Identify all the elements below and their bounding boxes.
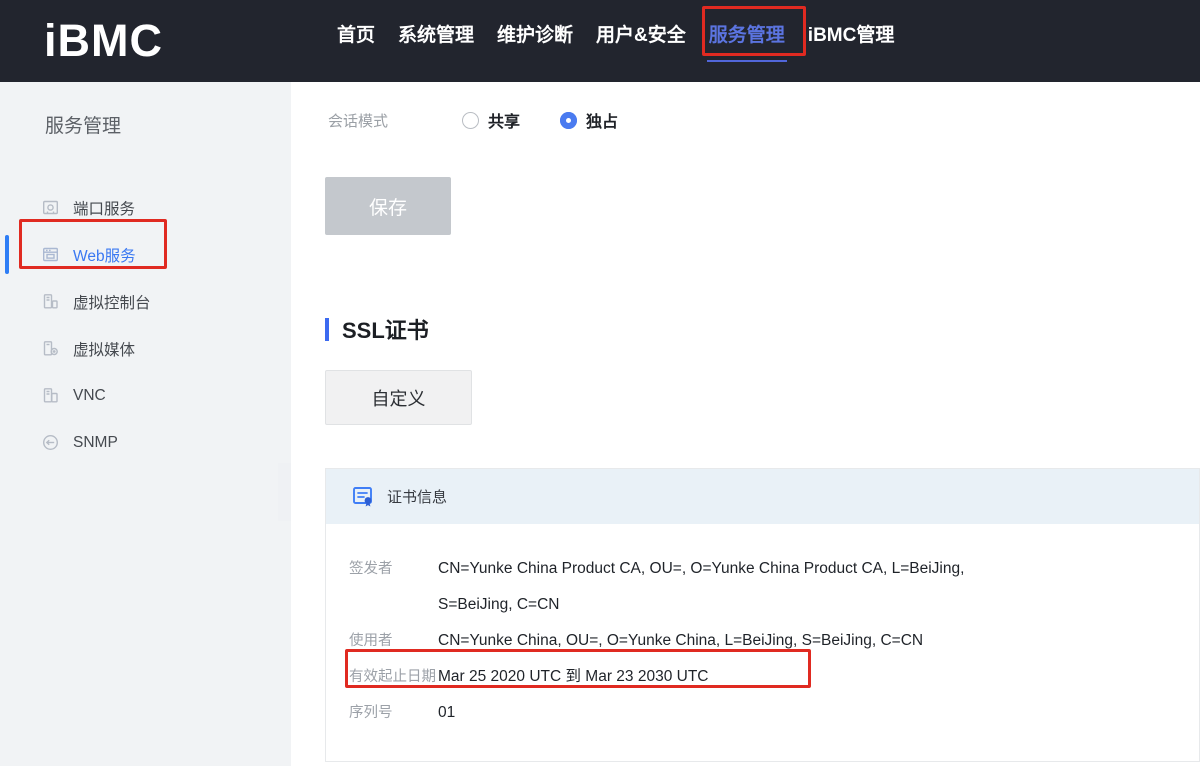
nav-tab-user-security[interactable]: 用户&安全 [596, 20, 686, 47]
sidebar-menu: 端口服务 Web服务 虚拟控制台 [0, 184, 291, 466]
top-header: iBMC 首页 系统管理 维护诊断 用户&安全 服务管理 iBMC管理 [0, 0, 1200, 82]
cert-row-validity: 有效起止日期 Mar 25 2020 UTC 到 Mar 23 2030 UTC [349, 659, 1199, 695]
radio-label: 共享 [488, 108, 520, 132]
cert-row-value: CN=Yunke China, OU=, O=Yunke China, L=Be… [438, 623, 1018, 659]
certificate-details: 签发者 CN=Yunke China Product CA, OU=, O=Yu… [326, 524, 1199, 731]
cert-row-value: CN=Yunke China Product CA, OU=, O=Yunke … [438, 551, 1018, 623]
cert-row-label: 有效起止日期 [349, 659, 438, 695]
sidebar-item-label: 虚拟媒体 [73, 338, 135, 360]
nav-tab-system-management[interactable]: 系统管理 [398, 20, 474, 47]
sidebar-item-virtual-media[interactable]: 虚拟媒体 [0, 325, 291, 372]
cert-row-issuer: 签发者 CN=Yunke China Product CA, OU=, O=Yu… [349, 551, 1199, 623]
sidebar-item-snmp[interactable]: SNMP [0, 419, 291, 466]
radio-label: 独占 [586, 108, 618, 132]
snmp-icon [42, 434, 59, 451]
cert-row-serial: 序列号 01 [349, 695, 1199, 731]
cert-row-label: 序列号 [349, 695, 438, 731]
nav-tab-maintenance-diagnosis[interactable]: 维护诊断 [497, 20, 573, 47]
sidebar-item-port-service[interactable]: 端口服务 [0, 184, 291, 231]
certificate-icon [352, 485, 375, 508]
nav-tab-service-management[interactable]: 服务管理 [709, 20, 785, 47]
certificate-panel-header: 证书信息 [326, 469, 1199, 524]
port-service-icon [42, 199, 59, 216]
sidebar-item-label: VNC [73, 387, 106, 405]
ibmc-page: iBMC 首页 系统管理 维护诊断 用户&安全 服务管理 iBMC管理 服务管理… [0, 0, 1200, 771]
virtual-media-icon [42, 340, 59, 357]
sidebar: 服务管理 端口服务 Web服务 [0, 82, 291, 766]
cert-row-value: Mar 25 2020 UTC 到 Mar 23 2030 UTC [438, 659, 1018, 695]
cert-row-label: 签发者 [349, 551, 438, 587]
sidebar-item-label: SNMP [73, 434, 118, 452]
session-mode-label: 会话模式 [328, 110, 462, 131]
save-button[interactable]: 保存 [325, 177, 451, 235]
active-indicator [5, 235, 9, 274]
nav-tab-ibmc-management[interactable]: iBMC管理 [808, 20, 895, 47]
sidebar-item-vnc[interactable]: VNC [0, 372, 291, 419]
sidebar-item-virtual-console[interactable]: 虚拟控制台 [0, 278, 291, 325]
cert-row-value: 01 [438, 695, 1018, 731]
main-nav: 首页 系统管理 维护诊断 用户&安全 服务管理 iBMC管理 [337, 0, 894, 74]
vnc-icon [42, 387, 59, 404]
cert-row-label: 使用者 [349, 623, 438, 659]
sidebar-item-label: Web服务 [73, 244, 136, 266]
section-accent-bar [325, 318, 329, 341]
session-mode-row: 会话模式 共享 独占 [328, 108, 658, 132]
main-content: 会话模式 共享 独占 保存 SSL证书 自定义 [291, 82, 1200, 771]
web-service-icon [42, 246, 59, 263]
certificate-info-panel: 证书信息 签发者 CN=Yunke China Product CA, OU=,… [325, 468, 1200, 762]
certificate-panel-title: 证书信息 [387, 486, 447, 507]
ssl-section-heading: SSL证书 [325, 313, 429, 345]
ssl-section-title: SSL证书 [342, 313, 429, 345]
sidebar-item-web-service[interactable]: Web服务 [0, 231, 291, 278]
sidebar-item-label: 虚拟控制台 [73, 291, 151, 313]
virtual-console-icon [42, 293, 59, 310]
sidebar-title: 服务管理 [45, 111, 291, 138]
sidebar-item-label: 端口服务 [73, 197, 135, 219]
custom-certificate-button[interactable]: 自定义 [325, 370, 472, 425]
radio-option-shared[interactable]: 共享 [462, 108, 520, 132]
radio-option-exclusive[interactable]: 独占 [560, 108, 618, 132]
ibmc-logo: iBMC [44, 15, 163, 67]
nav-tab-home[interactable]: 首页 [337, 20, 375, 47]
radio-unselected-icon[interactable] [462, 112, 479, 129]
radio-selected-icon[interactable] [560, 112, 577, 129]
cert-row-subject: 使用者 CN=Yunke China, OU=, O=Yunke China, … [349, 623, 1199, 659]
